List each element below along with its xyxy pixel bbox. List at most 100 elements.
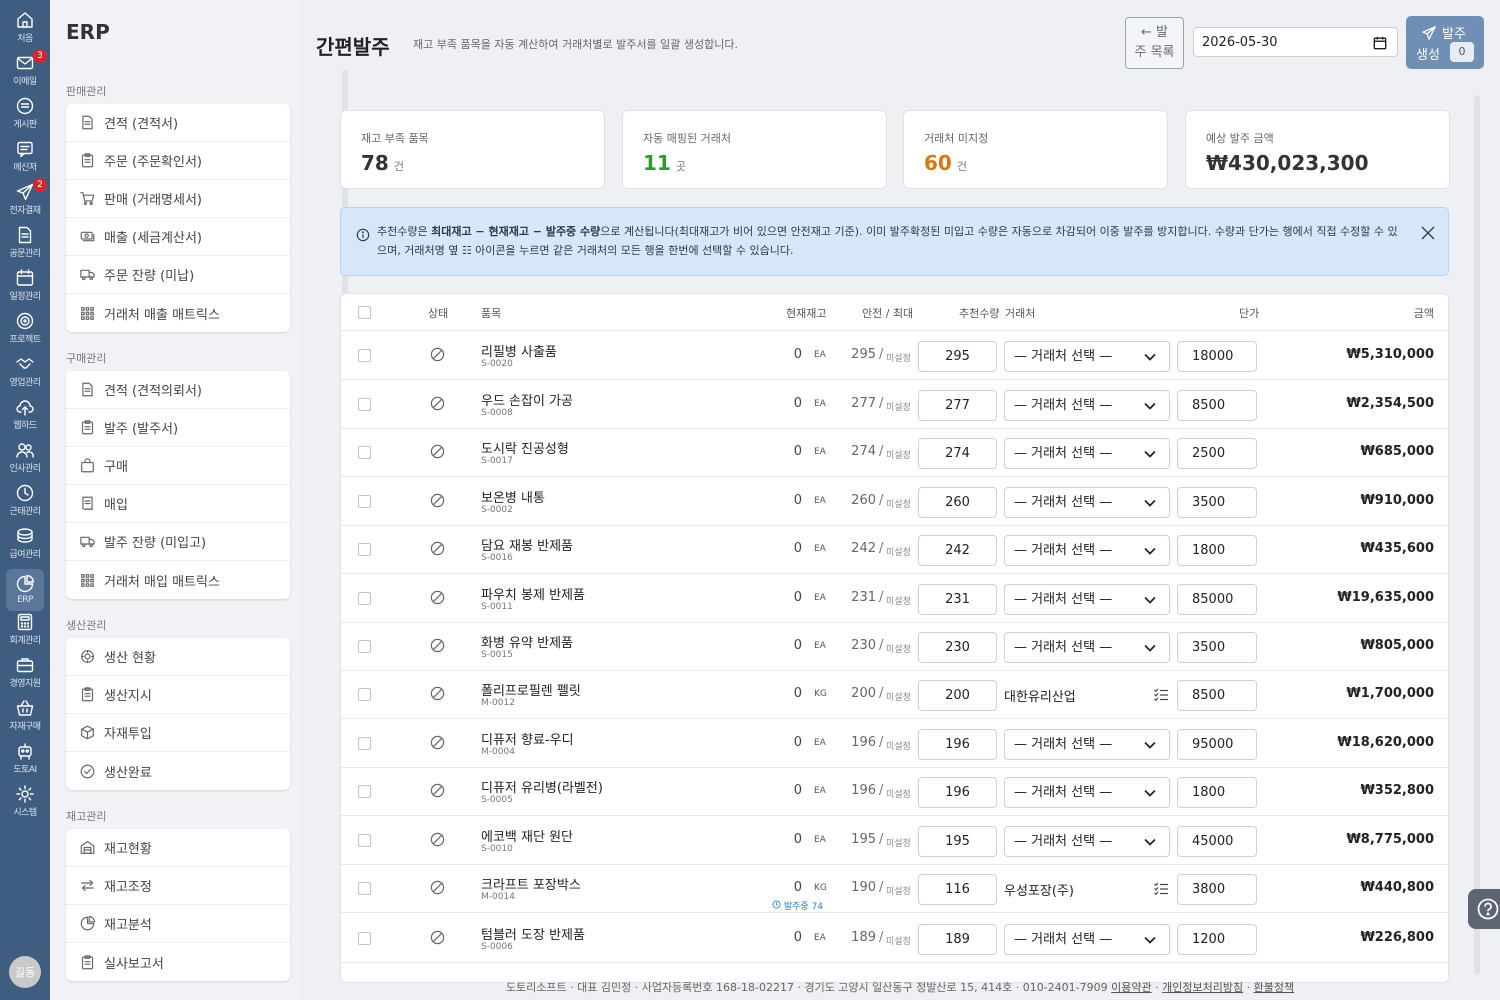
rail-item-17[interactable]: 도토AI (0, 737, 50, 779)
sidebar-menu-item[interactable]: 발주 잔량 (미입고) (66, 523, 290, 561)
recommended-qty-input[interactable]: 189 (918, 924, 997, 955)
recommended-qty-input[interactable]: 195 (918, 826, 997, 857)
sidebar-menu-item[interactable]: 생산완료 (66, 752, 290, 790)
select-same-vendor-icon[interactable] (1153, 881, 1169, 897)
rail-item-16[interactable]: 자재구매 (0, 694, 50, 736)
rail-item-6[interactable]: 일정관리 (0, 264, 50, 306)
unit-price-input[interactable]: 1800 (1177, 535, 1257, 566)
row-checkbox[interactable] (358, 543, 371, 556)
rail-item-9[interactable]: 웹하드 (0, 393, 50, 435)
unit-price-input[interactable]: 3500 (1177, 632, 1257, 663)
sidebar-menu-item[interactable]: 생산 현황 (66, 638, 290, 676)
rail-item-18[interactable]: 시스템 (0, 780, 50, 822)
vendor-select[interactable]: — 거래처 선택 — (1004, 729, 1170, 760)
recommended-qty-input[interactable]: 196 (918, 777, 997, 808)
unit-price-input[interactable]: 85000 (1177, 584, 1257, 615)
row-checkbox[interactable] (358, 640, 371, 653)
rail-item-14[interactable]: 회계관리 (0, 608, 50, 650)
sidebar-menu-item[interactable]: 주문 (주문확인서) (66, 142, 290, 180)
unit-price-input[interactable]: 95000 (1177, 729, 1257, 760)
order-date-input[interactable]: 2026-05-30 (1193, 27, 1398, 57)
unit-price-input[interactable]: 18000 (1177, 341, 1257, 372)
recommended-qty-input[interactable]: 116 (918, 874, 997, 905)
vendor-select[interactable]: — 거래처 선택 — (1004, 535, 1170, 566)
sidebar-menu-item[interactable]: 견적 (견적서) (66, 104, 290, 142)
sidebar-menu-item[interactable]: 거래처 매출 매트릭스 (66, 294, 290, 332)
vendor-select[interactable]: — 거래처 선택 — (1004, 632, 1170, 663)
sidebar-menu-item[interactable]: 재고조정 (66, 867, 290, 905)
row-checkbox[interactable] (358, 398, 371, 411)
recommended-qty-input[interactable]: 200 (918, 680, 997, 711)
recommended-qty-input[interactable]: 295 (918, 341, 997, 372)
row-checkbox[interactable] (358, 349, 371, 362)
rail-item-7[interactable]: 프로젝트 (0, 307, 50, 349)
unit-price-input[interactable]: 3500 (1177, 487, 1257, 518)
sidebar-menu-item[interactable]: 실사보고서 (66, 943, 290, 981)
vendor-select[interactable]: — 거래처 선택 — (1004, 826, 1170, 857)
unit-price-input[interactable]: 45000 (1177, 826, 1257, 857)
unit-price-input[interactable]: 1800 (1177, 777, 1257, 808)
vendor-select[interactable]: — 거래처 선택 — (1004, 390, 1170, 421)
vendor-select[interactable]: — 거래처 선택 — (1004, 487, 1170, 518)
row-checkbox[interactable] (358, 592, 371, 605)
back-to-order-list-button[interactable]: ← 발 주 목록 (1125, 17, 1184, 69)
recommended-qty-input[interactable]: 277 (918, 390, 997, 421)
unit-price-input[interactable]: 1200 (1177, 924, 1257, 955)
rail-item-10[interactable]: 인사관리 (0, 436, 50, 478)
sidebar-menu-item[interactable]: 재고분석 (66, 905, 290, 943)
select-all-checkbox[interactable] (358, 306, 371, 319)
main-scrollbar[interactable] (1474, 95, 1480, 975)
terms-link[interactable]: 이용약관 (1111, 981, 1151, 994)
row-checkbox[interactable] (358, 785, 371, 798)
row-checkbox[interactable] (358, 737, 371, 750)
sidebar-menu-item[interactable]: 재고현황 (66, 829, 290, 867)
rail-item-0[interactable]: 처음 (0, 6, 50, 48)
vendor-select[interactable]: — 거래처 선택 — (1004, 924, 1170, 955)
close-icon[interactable] (1420, 225, 1436, 241)
sidebar-menu-item[interactable]: 자재투입 (66, 714, 290, 752)
rail-item-12[interactable]: 급여관리 (0, 522, 50, 564)
sidebar-menu-item[interactable]: 생산지시 (66, 676, 290, 714)
sidebar-menu-item[interactable]: 매입 (66, 485, 290, 523)
select-same-vendor-icon[interactable] (1153, 687, 1169, 703)
recommended-qty-input[interactable]: 231 (918, 584, 997, 615)
row-checkbox[interactable] (358, 495, 371, 508)
unit-price-input[interactable]: 3800 (1177, 874, 1257, 905)
rail-item-5[interactable]: 공문관리 (0, 221, 50, 263)
rail-item-4[interactable]: 전자결재 2 (0, 178, 50, 220)
sidebar-menu-item[interactable]: 견적 (견적의뢰서) (66, 371, 290, 409)
row-checkbox[interactable] (358, 882, 371, 895)
row-checkbox[interactable] (358, 834, 371, 847)
rail-item-1[interactable]: 이메일 3 (0, 49, 50, 91)
avatar[interactable]: 길동 (9, 956, 41, 988)
refund-link[interactable]: 환불정책 (1254, 981, 1294, 994)
sidebar-menu-item[interactable]: 주문 잔량 (미납) (66, 256, 290, 294)
sidebar-menu-item[interactable]: 구매 (66, 447, 290, 485)
recommended-qty-input[interactable]: 274 (918, 438, 997, 469)
vendor-select[interactable]: — 거래처 선택 — (1004, 584, 1170, 615)
rail-item-8[interactable]: 영업관리 (0, 350, 50, 392)
privacy-link[interactable]: 개인정보처리방침 (1162, 981, 1243, 994)
row-checkbox[interactable] (358, 446, 371, 459)
generate-order-button[interactable]: 발주 생성 0 (1406, 16, 1484, 69)
row-checkbox[interactable] (358, 688, 371, 701)
vendor-select[interactable]: — 거래처 선택 — (1004, 341, 1170, 372)
rail-item-2[interactable]: 게시판 (0, 92, 50, 134)
sidebar-menu-item[interactable]: 판매 (거래명세서) (66, 180, 290, 218)
vendor-select[interactable]: — 거래처 선택 — (1004, 777, 1170, 808)
recommended-qty-input[interactable]: 242 (918, 535, 997, 566)
unit-price-input[interactable]: 8500 (1177, 390, 1257, 421)
sidebar-menu-item[interactable]: 거래처 매입 매트릭스 (66, 561, 290, 599)
sidebar-menu-item[interactable]: 발주 (발주서) (66, 409, 290, 447)
rail-item-15[interactable]: 경영지원 (0, 651, 50, 693)
rail-item-3[interactable]: 메신저 (0, 135, 50, 177)
row-checkbox[interactable] (358, 932, 371, 945)
recommended-qty-input[interactable]: 196 (918, 729, 997, 760)
sidebar-menu-item[interactable]: 매출 (세금계산서) (66, 218, 290, 256)
help-button[interactable] (1468, 889, 1500, 929)
rail-item-11[interactable]: 근태관리 (0, 479, 50, 521)
recommended-qty-input[interactable]: 260 (918, 487, 997, 518)
vendor-select[interactable]: — 거래처 선택 — (1004, 438, 1170, 469)
unit-price-input[interactable]: 8500 (1177, 680, 1257, 711)
rail-item-13[interactable]: ERP (6, 569, 44, 611)
